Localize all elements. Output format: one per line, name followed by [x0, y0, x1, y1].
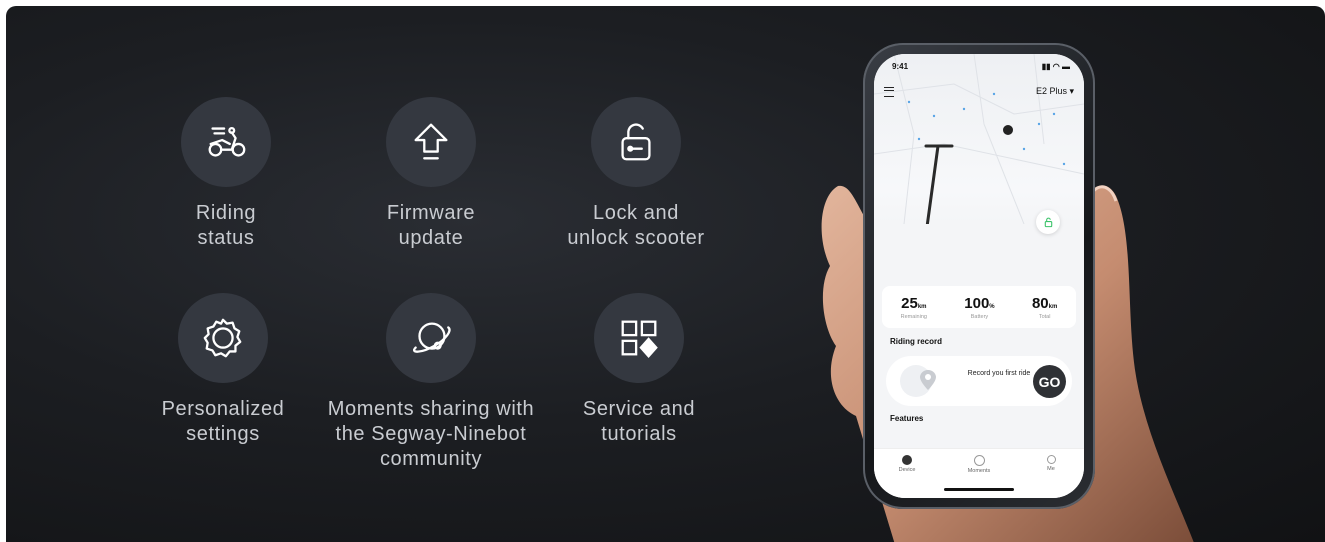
map-roads — [874, 54, 1084, 259]
feature-label: Firmware update — [386, 202, 476, 249]
status-time: 9:41 — [892, 62, 909, 71]
stat-value: 25 — [901, 294, 918, 312]
stat-unit: km — [917, 303, 927, 310]
planet-icon — [413, 322, 451, 353]
moments-icon — [973, 455, 985, 466]
feature-label: Moments sharing with the Segway-Ninebot … — [327, 398, 535, 470]
feature-personalized-settings: Personalized settings — [103, 293, 343, 447]
unlock-icon — [621, 123, 651, 161]
tab-device[interactable]: Device — [882, 455, 932, 473]
riding-record-card[interactable]: Record you first ride GO — [886, 356, 1072, 406]
icon-circle — [591, 97, 681, 187]
stat-remaining: 25km Remaining — [901, 295, 927, 320]
home-indicator — [944, 488, 1014, 491]
phone-mockup: 9:41 ▮▮ ◠ ▬ E2 Plus ▾ 25km Remaining 100… — [863, 43, 1095, 509]
feature-moments-sharing: Moments sharing with the Segway-Ninebot … — [311, 293, 551, 472]
menu-icon[interactable] — [884, 86, 894, 97]
user-icon — [1046, 455, 1056, 464]
tab-me[interactable]: Me — [1026, 455, 1076, 472]
unlock-icon — [1044, 217, 1052, 227]
hero-banner: Riding status Firmware update Lock and u… — [6, 6, 1325, 542]
tab-label: Me — [1047, 466, 1055, 472]
compass-icon — [902, 455, 912, 465]
stat-label: Total — [1038, 313, 1051, 320]
go-button[interactable]: GO — [1033, 365, 1066, 398]
feature-lock-unlock: Lock and unlock scooter — [516, 97, 756, 251]
record-prompt-text: Record you first ride — [967, 370, 1031, 377]
feature-label: Personalized settings — [161, 398, 285, 445]
stat-value: 100 — [964, 294, 990, 312]
bottom-tab-bar: Device Moments Me — [874, 448, 1084, 498]
riding-record-title: Riding record — [890, 337, 943, 346]
icon-circle — [181, 97, 271, 187]
features-title: Features — [890, 414, 924, 423]
stat-battery: 100% Battery — [964, 295, 994, 320]
app-topbar: E2 Plus ▾ — [884, 86, 1074, 97]
device-selector[interactable]: E2 Plus ▾ — [1036, 86, 1074, 97]
stat-label: Battery — [970, 313, 989, 320]
icon-circle — [594, 293, 684, 383]
feature-label: Service and tutorials — [582, 398, 696, 445]
feature-label: Riding status — [195, 202, 257, 249]
stat-unit: km — [1048, 303, 1058, 310]
stat-value: 80 — [1031, 294, 1049, 312]
feature-label: Lock and unlock scooter — [567, 202, 705, 249]
app-screen: 9:41 ▮▮ ◠ ▬ E2 Plus ▾ 25km Remaining 100… — [874, 54, 1084, 498]
map-view — [874, 54, 1084, 259]
signal-battery-icon: ▮▮ ◠ ▬ — [1041, 62, 1070, 71]
upload-arrow-icon — [414, 123, 448, 160]
icon-circle — [386, 97, 476, 187]
map-pin-icon — [900, 365, 936, 397]
stat-unit: % — [989, 303, 995, 310]
tab-moments[interactable]: Moments — [954, 455, 1004, 474]
stat-label: Remaining — [900, 313, 927, 320]
gear-icon — [203, 318, 242, 358]
feature-service-tutorials: Service and tutorials — [519, 293, 759, 447]
stat-total: 80km Total — [1032, 295, 1057, 320]
tab-label: Moments — [967, 468, 991, 474]
tab-label: Device — [898, 467, 916, 473]
scooter-riding-icon — [208, 126, 246, 157]
feature-firmware-update: Firmware update — [311, 97, 551, 251]
scooter-stats: 25km Remaining 100% Battery 80km Total — [882, 286, 1076, 328]
icon-circle — [386, 293, 476, 383]
lock-toggle-button[interactable] — [1036, 210, 1060, 234]
grid-diamond-icon — [621, 320, 658, 358]
status-bar: 9:41 ▮▮ ◠ ▬ — [892, 62, 1070, 71]
feature-riding-status: Riding status — [106, 97, 346, 251]
icon-circle — [178, 293, 268, 383]
